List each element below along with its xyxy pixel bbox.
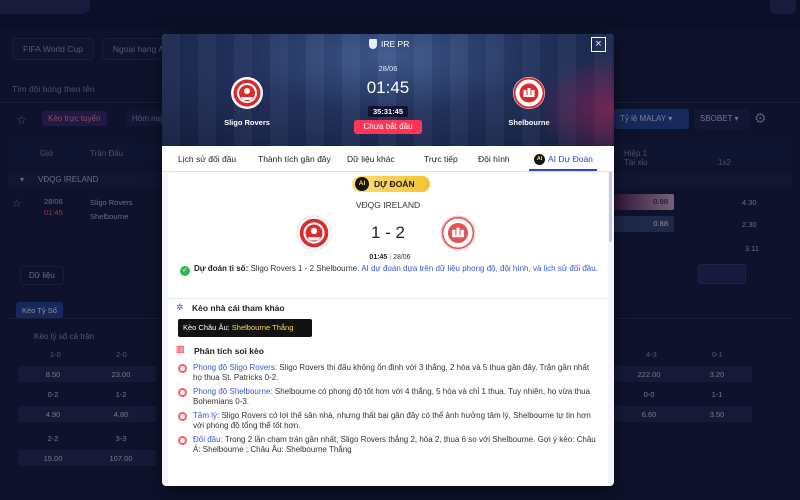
prediction-label: DỰ ĐOÁN [374,179,415,189]
divider [168,298,608,299]
analysis-chart-icon: ▥ [176,344,185,354]
analysis-section-title: Phân tích soi kèo [194,346,264,356]
analysis-item: Đối đầu: Trong 2 lần chạm trán gần nhất,… [178,435,600,455]
prediction-card: AI DỰ ĐOÁN VĐQG IRELAND 1 - 2 01:45 | 28… [168,172,608,486]
active-tab-indicator [529,169,597,171]
modal-tabs: Lịch sử đối đầu Thành tích gần đây Dữ li… [162,146,614,172]
analysis-label: Phong độ Sligo Rovers: [193,363,278,372]
match-time: 01:45 [366,78,410,97]
predicted-score: 1 - 2 [370,223,406,242]
tab-live[interactable]: Trực tiếp [424,154,458,164]
tab-recent-form[interactable]: Thành tích gần đây [258,154,331,164]
analysis-text: Sligo Rovers có lợi thế sân nhà, nhưng t… [193,411,591,430]
kickoff-time: 01:45 [369,254,388,261]
chip-value: Shelbourne Thắng [231,323,294,332]
tab-lineup[interactable]: Đội hình [478,154,510,164]
prediction-verdict: ✓ Dự đoán tỉ số: Sligo Rovers 1 - 2 Shel… [180,264,598,276]
shelbourne-logo [513,77,545,109]
league-code: IRE PR [381,39,410,49]
sligo-rovers-logo [231,77,263,109]
tab-ai-prediction[interactable]: AI AI Dự Đoán [534,154,593,166]
tab-ai-prediction-label: AI Dự Đoán [548,154,593,164]
ai-icon: AI [355,177,369,191]
prediction-content[interactable]: AI DỰ ĐOÁN VĐQG IRELAND 1 - 2 01:45 | 28… [162,172,614,486]
away-team-name: Shelbourne [508,118,550,127]
ai-icon: AI [534,154,545,166]
match-header: IRE PR × Sligo Rovers 28/06 01:45 35:31:… [162,34,614,146]
close-button[interactable]: × [591,37,606,52]
match-detail-modal: IRE PR × Sligo Rovers 28/06 01:45 35:31:… [162,34,614,486]
match-date: 28/06 [378,64,398,73]
verdict-note: AI dự đoán dựa trên dữ liệu phong độ, độ… [361,264,598,273]
analysis-bullet-icon [178,364,187,373]
status-badge: Chưa bắt đầu [354,120,422,134]
verdict-text: Sligo Rovers 1 - 2 Shelbourne. [250,264,360,273]
bookmaker-section-title: Kèo nhà cái tham khảo [192,303,285,313]
bookmaker-icon: ✲ [176,302,184,312]
home-team-name: Sligo Rovers [224,118,270,127]
tab-head-to-head[interactable]: Lịch sử đối đầu [178,154,236,164]
kickoff-date: 28/06 [393,254,411,261]
chip-label: Kèo Châu Âu: [183,323,230,332]
check-circle-icon: ✓ [180,266,190,276]
european-odds-chip: Kèo Châu Âu: Shelbourne Thắng [178,319,312,337]
analysis-label: Phong độ Shelbourne: [193,387,273,396]
sligo-rovers-logo [296,215,332,251]
analysis-item: Phong độ Sligo Rovers: Sligo Rovers thi … [178,363,600,383]
analysis-label: Đối đầu: [193,435,223,444]
tab-other-data[interactable]: Dữ liệu khác [347,154,395,164]
league-badge-icon [369,39,377,49]
analysis-item: Phong độ Shelbourne: Shelbourne có phong… [178,387,600,407]
analysis-bullet-icon [178,436,187,445]
prediction-badge: AI DỰ ĐOÁN [352,176,430,192]
countdown-timer: 35:31:45 [368,106,408,117]
scrollbar[interactable] [609,172,612,242]
shelbourne-logo [440,215,476,251]
analysis-item: Tâm lý: Sligo Rovers có lợi thế sân nhà,… [178,411,600,431]
analysis-label: Tâm lý: [193,411,220,420]
verdict-label: Dự đoán tỉ số: [194,264,249,273]
kickoff-info: 01:45 | 28/06 [369,254,411,261]
analysis-bullet-icon [178,388,187,397]
league-name: VĐQG IRELAND [355,200,421,210]
analysis-bullet-icon [178,412,187,421]
analysis-text: Trong 2 lần chạm trán gần nhất, Sligo Ro… [193,435,596,454]
